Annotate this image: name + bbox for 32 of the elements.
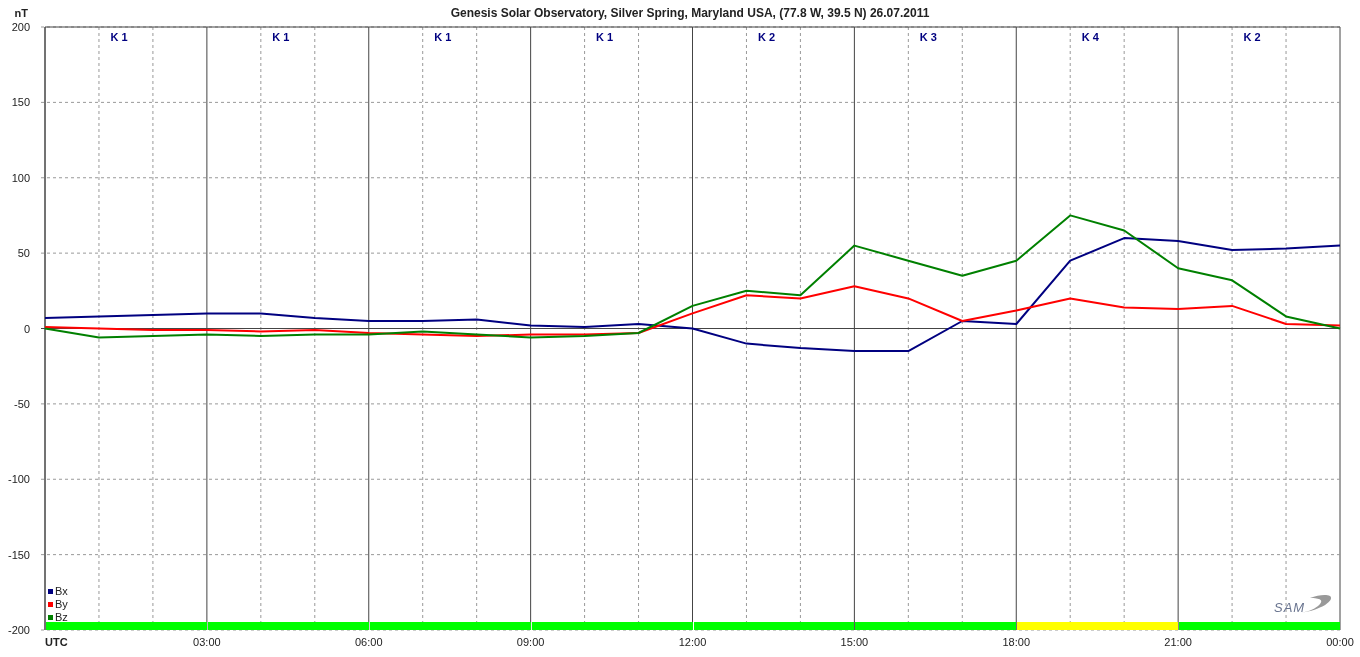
tick-label: UTC xyxy=(45,636,68,648)
legend-label: By xyxy=(55,598,68,610)
tick-label: 12:00 xyxy=(678,636,707,648)
tick-label: 21:00 xyxy=(1164,636,1192,648)
tick-label: 06:00 xyxy=(355,636,383,648)
tick-label: -100 xyxy=(7,473,30,486)
tick-label: 00:00 xyxy=(1326,636,1354,648)
legend-label: Bx xyxy=(55,585,68,597)
tick-label: 100 xyxy=(11,171,30,184)
k-index-label: K 1 xyxy=(110,31,128,43)
tick-label: 18:00 xyxy=(1002,636,1030,648)
k-index-label: K 2 xyxy=(1243,31,1261,43)
tick-label: 09:00 xyxy=(516,636,545,648)
k-index-label: K 2 xyxy=(757,31,775,43)
k-index-label: K 4 xyxy=(1081,31,1099,43)
logo-text: SAM xyxy=(1274,600,1306,615)
tick-label: -50 xyxy=(14,397,30,410)
tick-label: 200 xyxy=(11,21,30,33)
tick-label: -150 xyxy=(7,548,30,561)
tick-label: 03:00 xyxy=(193,636,221,648)
tick-label: 0 xyxy=(23,322,30,335)
axis-label: nT xyxy=(14,7,28,19)
k-index-label: K 1 xyxy=(272,31,290,43)
tick-label: 15:00 xyxy=(840,636,869,648)
tick-label: 50 xyxy=(17,247,30,260)
k-index-label: K 1 xyxy=(596,31,614,43)
chart-title: Genesis Solar Observatory, Silver Spring, Maryland USA, (77.8 W, 39.5 N) 26.07.2011 xyxy=(450,6,930,20)
legend-label: Bz xyxy=(55,611,68,623)
k-index-label: K 3 xyxy=(919,31,937,43)
tick-label: -200 xyxy=(7,624,30,636)
tick-label: 150 xyxy=(11,96,30,109)
k-index-label: K 1 xyxy=(434,31,452,43)
